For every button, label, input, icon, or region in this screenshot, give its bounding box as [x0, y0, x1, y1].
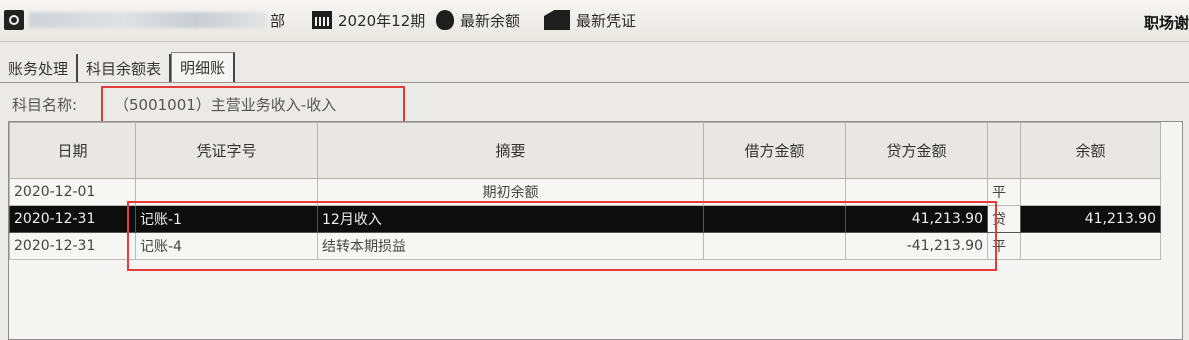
detail-ledger-grid: 日期 凭证字号 摘要 借方金额 贷方金额 余额 2020-12-01 期初余额 … [8, 121, 1183, 340]
cell-credit [845, 178, 988, 206]
cell-credit: 41,213.90 [845, 205, 988, 233]
subject-name-value: （5001001）主营业务收入-收入 [114, 96, 337, 114]
cell-date: 2020-12-31 [9, 232, 136, 260]
cell-voucher: 记账-4 [135, 232, 318, 260]
money-bag-icon [436, 10, 454, 30]
cell-date: 2020-12-31 [9, 205, 136, 233]
cell-balance [1020, 232, 1161, 260]
cell-balance [1020, 178, 1161, 206]
col-header-balance[interactable]: 余额 [1020, 122, 1161, 179]
cell-summary: 结转本期损益 [317, 232, 704, 260]
tab-bar: 账务处理 科目余额表 明细账 [0, 52, 236, 82]
voucher-icon [544, 10, 570, 30]
cell-direction: 平 [987, 178, 1021, 206]
cell-direction: 贷 [987, 205, 1021, 233]
table-row-selected[interactable]: 2020-12-31 记账-1 12月收入 41,213.90 贷 41,213… [9, 205, 1161, 233]
period-button[interactable]: 2020年12期 [312, 9, 425, 31]
cell-credit: -41,213.90 [845, 232, 988, 260]
company-name-blurred [29, 12, 267, 28]
company-selector[interactable]: 部 [4, 9, 285, 31]
table-row[interactable]: 2020-12-31 记账-4 结转本期损益 -41,213.90 平 [9, 232, 1161, 260]
latest-balance-label: 最新余额 [460, 11, 521, 30]
camera-icon [4, 10, 24, 30]
cell-debit [703, 178, 846, 206]
latest-balance-button[interactable]: 最新余额 [436, 9, 520, 31]
cell-voucher [135, 178, 318, 206]
top-toolbar: 部 2020年12期 最新余额 最新凭证 职场谢 [0, 0, 1189, 42]
cell-debit [703, 232, 846, 260]
cell-summary: 12月收入 [317, 205, 704, 233]
tab-divider [0, 82, 1189, 83]
ledger-table: 日期 凭证字号 摘要 借方金额 贷方金额 余额 2020-12-01 期初余额 … [9, 122, 1161, 260]
table-row[interactable]: 2020-12-01 期初余额 平 [9, 178, 1161, 206]
col-header-summary[interactable]: 摘要 [317, 122, 704, 179]
subject-name-label: 科目名称: [12, 96, 78, 114]
latest-voucher-label: 最新凭证 [576, 11, 637, 30]
cell-debit [703, 205, 846, 233]
tab-account-balance[interactable]: 科目余额表 [78, 54, 172, 82]
cell-direction: 平 [987, 232, 1021, 260]
col-header-direction[interactable] [987, 122, 1021, 179]
col-header-voucher[interactable]: 凭证字号 [135, 122, 318, 179]
cell-summary: 期初余额 [317, 178, 704, 206]
cell-balance: 41,213.90 [1020, 205, 1161, 233]
cell-date: 2020-12-01 [9, 178, 136, 206]
tab-detail-ledger[interactable]: 明细账 [171, 52, 236, 82]
period-label: 2020年12期 [338, 11, 426, 30]
col-header-date[interactable]: 日期 [9, 122, 136, 179]
user-title: 职场谢 [1143, 14, 1189, 32]
col-header-credit[interactable]: 贷方金额 [845, 122, 988, 179]
cell-voucher: 记账-1 [135, 205, 318, 233]
tab-accounting[interactable]: 账务处理 [0, 54, 79, 82]
col-header-debit[interactable]: 借方金额 [703, 122, 846, 179]
ledger-header-row: 日期 凭证字号 摘要 借方金额 贷方金额 余额 [9, 122, 1161, 179]
calendar-icon [312, 11, 332, 29]
company-name-suffix: 部 [270, 11, 286, 30]
latest-voucher-button[interactable]: 最新凭证 [544, 9, 636, 31]
